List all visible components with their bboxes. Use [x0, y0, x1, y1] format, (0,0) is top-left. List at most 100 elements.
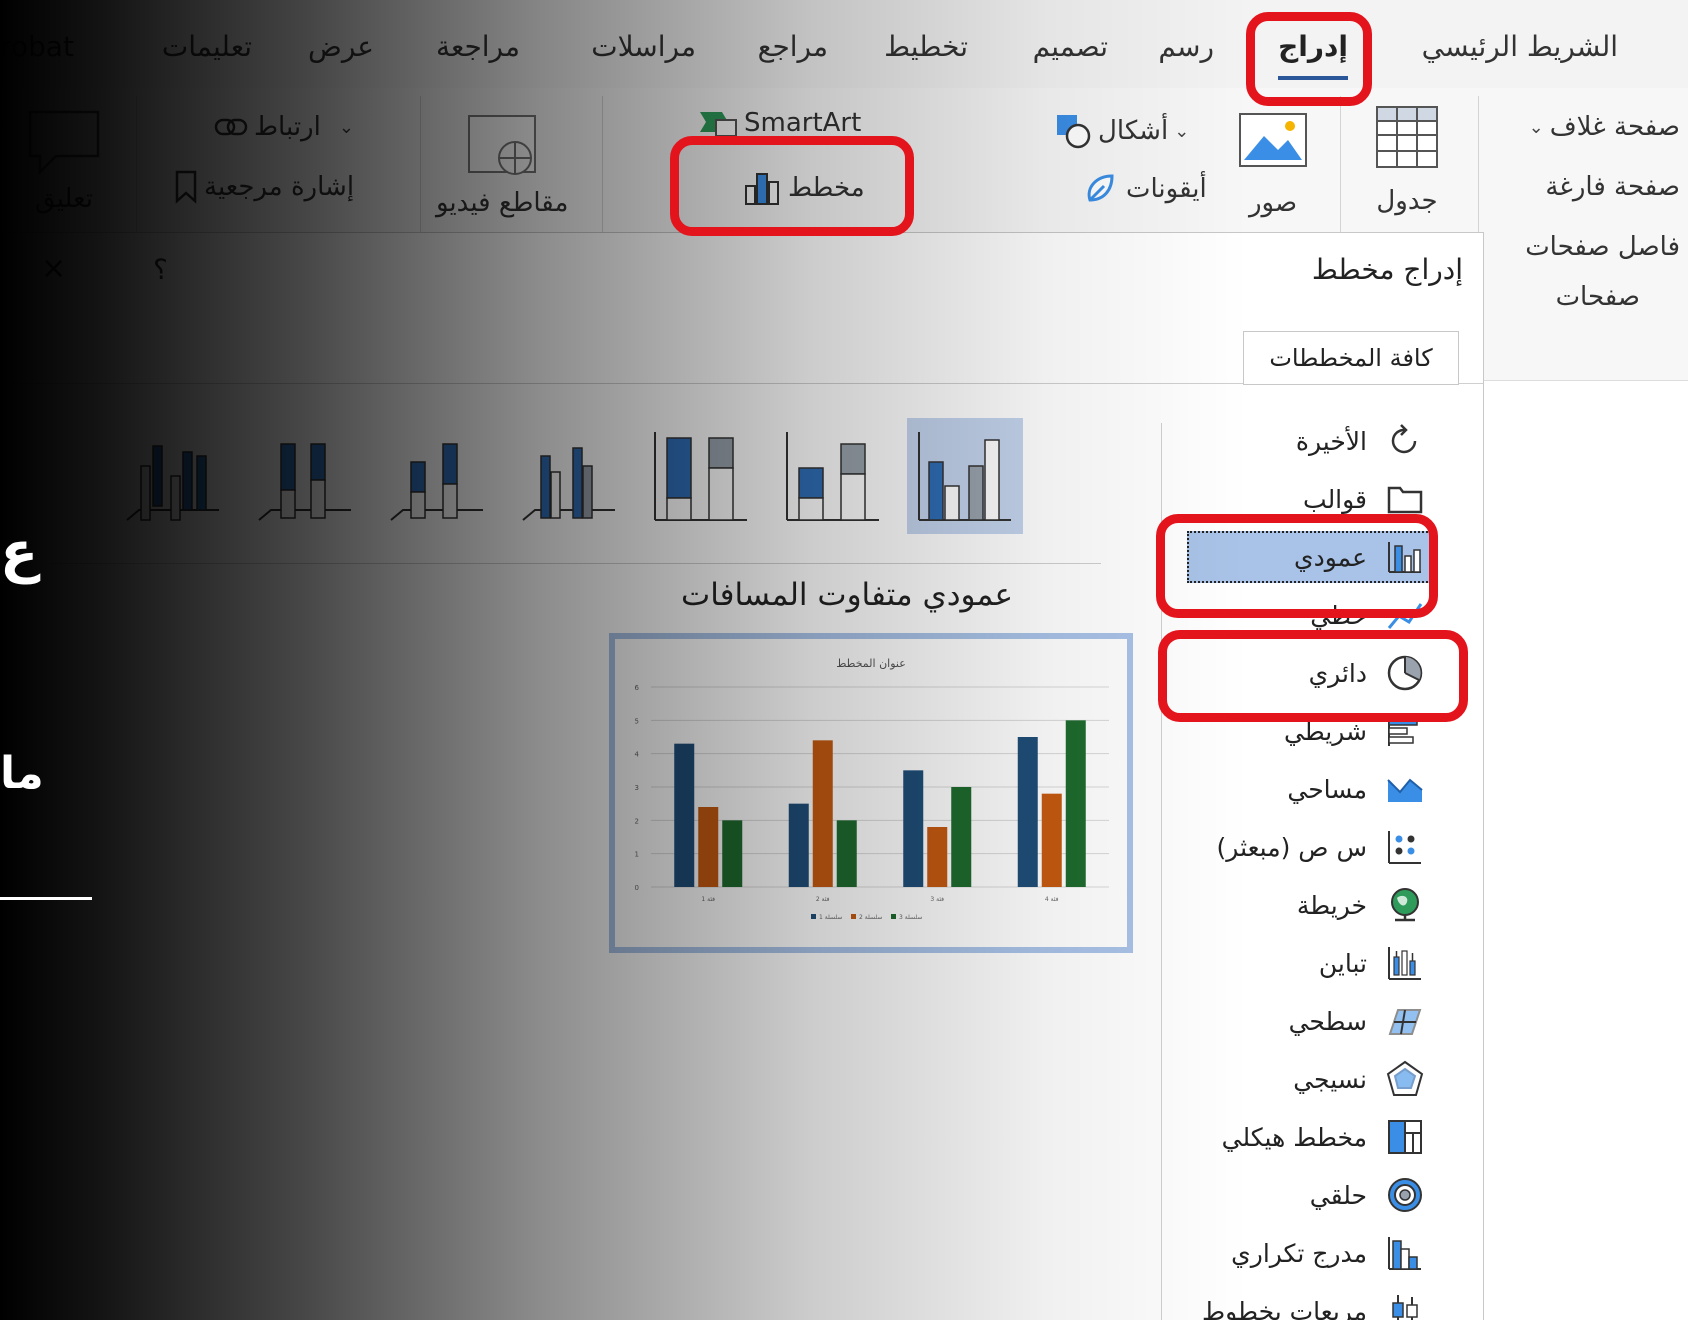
- background-text-line2: ما: [0, 748, 44, 799]
- legend-label: سلسلة 2: [859, 914, 882, 921]
- x-tick-label: فئة 3: [930, 896, 944, 903]
- help-button[interactable]: ؟: [153, 253, 168, 286]
- surface-chart-icon: [1385, 1001, 1425, 1041]
- chart-type-pie[interactable]: دائري: [1309, 647, 1425, 699]
- dialog-title: إدراج مخطط: [1311, 253, 1463, 286]
- chart-type-stock[interactable]: تباين: [1319, 937, 1425, 989]
- chart-type-histogram[interactable]: مدرج تكراري: [1231, 1227, 1425, 1279]
- chart-type-label: تباين: [1318, 948, 1367, 978]
- chart-type-column[interactable]: عمودي: [1187, 531, 1435, 583]
- ribbon-separator: [420, 96, 421, 236]
- chart-type-templates[interactable]: قوالب: [1303, 473, 1425, 525]
- bookmark-button[interactable]: إشارة مرجعية: [174, 170, 354, 204]
- x-tick-label: فئة 1: [701, 896, 715, 903]
- chart-bar: [698, 807, 719, 887]
- tab-view[interactable]: عرض: [308, 30, 374, 74]
- smartart-label: SmartArt: [744, 108, 862, 138]
- subtype-3d-column[interactable]: [115, 418, 231, 534]
- tab-insert[interactable]: إدراج: [1278, 30, 1348, 80]
- x-tick-label: فئة 4: [1045, 896, 1059, 903]
- chart-type-treemap[interactable]: مخطط هيكلي: [1222, 1111, 1425, 1163]
- y-tick-label: 4: [635, 751, 640, 759]
- tab-help[interactable]: تعليمات: [162, 30, 252, 74]
- subtype-stacked-column[interactable]: [775, 418, 891, 534]
- ribbon-separator: [1340, 96, 1341, 236]
- chart-type-sunburst[interactable]: حلقي: [1310, 1169, 1425, 1221]
- 3d-clustered-column-icon: [522, 447, 615, 521]
- chart-type-bar[interactable]: شريطي: [1284, 705, 1425, 757]
- page-break-button[interactable]: فاصل صفحات: [1525, 232, 1680, 262]
- chart-type-map[interactable]: خريطة: [1297, 879, 1425, 931]
- chart-type-surface[interactable]: سطحي: [1289, 995, 1425, 1047]
- bookmark-icon: [175, 170, 197, 204]
- comment-button[interactable]: تعليق: [26, 108, 102, 214]
- ribbon-separator: [1478, 96, 1479, 236]
- box-whisker-chart-icon: [1385, 1291, 1425, 1320]
- online-video-button[interactable]: مقاطع فيديو: [436, 112, 568, 218]
- comment-icon: [28, 110, 100, 176]
- tab-review[interactable]: مراجعة: [436, 30, 520, 74]
- blank-page-label: صفحة فارغة: [1545, 172, 1680, 202]
- tab-draw[interactable]: رسم: [1158, 30, 1214, 74]
- scatter-chart-icon: [1385, 827, 1425, 867]
- blank-page-button[interactable]: صفحة فارغة: [1545, 172, 1680, 202]
- link-button[interactable]: ⌄ ارتباط: [214, 112, 354, 142]
- subtype-3d-clustered-column[interactable]: [511, 418, 627, 534]
- chart-bar: [788, 803, 809, 887]
- subtype-clustered-column[interactable]: [907, 418, 1023, 534]
- subtype-3d-100-stacked-column[interactable]: [247, 418, 363, 534]
- area-chart-icon: [1385, 769, 1425, 809]
- chart-bar: [951, 787, 972, 887]
- tab-design[interactable]: تصميم: [1033, 30, 1108, 74]
- recent-icon: [1385, 421, 1425, 461]
- chevron-down-icon: ⌄: [1174, 120, 1190, 142]
- clustered-column-icon: [918, 432, 1011, 521]
- tab-all-charts[interactable]: كافة المخططات: [1243, 331, 1459, 385]
- link-label: ارتباط: [254, 112, 321, 142]
- tab-layout[interactable]: تخطيط: [884, 30, 968, 74]
- smartart-button[interactable]: SmartArt: [698, 108, 861, 138]
- close-button[interactable]: ×: [41, 251, 66, 286]
- tab-references[interactable]: مراجع: [758, 30, 828, 74]
- chart-type-recent[interactable]: الأخيرة: [1296, 415, 1425, 467]
- icons-label: أيقونات: [1126, 174, 1207, 204]
- radar-chart-icon: [1385, 1059, 1425, 1099]
- link-icon: [214, 118, 248, 136]
- pictures-button[interactable]: صور: [1238, 112, 1308, 218]
- chart-type-area[interactable]: مساحي: [1287, 763, 1425, 815]
- stacked-column-icon: [786, 432, 879, 521]
- y-tick-label: 6: [635, 684, 640, 692]
- tab-mailings[interactable]: مراسلات: [591, 30, 696, 74]
- 3d-stacked-column-icon: [390, 443, 483, 521]
- chart-type-label: مدرج تكراري: [1231, 1238, 1367, 1268]
- tab-home[interactable]: الشريط الرئيسي: [1422, 30, 1618, 74]
- icons-button[interactable]: أيقونات: [1082, 170, 1207, 208]
- cover-page-button[interactable]: صفحة غلاف ⌄: [1529, 112, 1680, 142]
- chart-type-label: سطحي: [1288, 1006, 1367, 1036]
- shapes-button[interactable]: ⌄ أشكال: [1054, 112, 1189, 150]
- chart-preview-canvas: عنوان المخطط 0 1 2 3 4 5 6 فئة 1 فئة 2 فئة 3 فئة 4 س…: [635, 657, 1109, 921]
- legend-label: سلسلة 3: [899, 914, 922, 921]
- chart-type-box-whisker[interactable]: مربعات بخطوط: [1202, 1285, 1425, 1320]
- chart-button[interactable]: مخطط: [742, 170, 865, 206]
- shapes-label: أشكال: [1098, 116, 1169, 146]
- chart-bar: [1017, 737, 1038, 887]
- subtype-3d-stacked-column[interactable]: [379, 418, 495, 534]
- picture-icon: [1239, 113, 1307, 167]
- chevron-down-icon: ⌄: [338, 116, 354, 138]
- chart-type-radar[interactable]: نسيجي: [1293, 1053, 1425, 1105]
- chart-type-label: نسيجي: [1293, 1064, 1367, 1094]
- subtype-100-stacked-column[interactable]: [643, 418, 759, 534]
- y-tick-label: 5: [635, 717, 639, 725]
- 3d-100-stacked-column-icon: [258, 443, 351, 521]
- chart-type-line[interactable]: خطي: [1310, 589, 1425, 641]
- y-tick-label: 2: [635, 817, 639, 825]
- column-subtypes: [115, 418, 1023, 534]
- table-button[interactable]: جدول: [1374, 104, 1440, 216]
- pane-divider: [1161, 423, 1162, 1320]
- y-tick-label: 3: [635, 784, 639, 792]
- treemap-chart-icon: [1385, 1117, 1425, 1157]
- tab-acrobat[interactable]: robat: [0, 30, 74, 74]
- smartart-icon: [700, 112, 737, 137]
- chart-type-scatter[interactable]: س ص (مبعثر): [1217, 821, 1425, 873]
